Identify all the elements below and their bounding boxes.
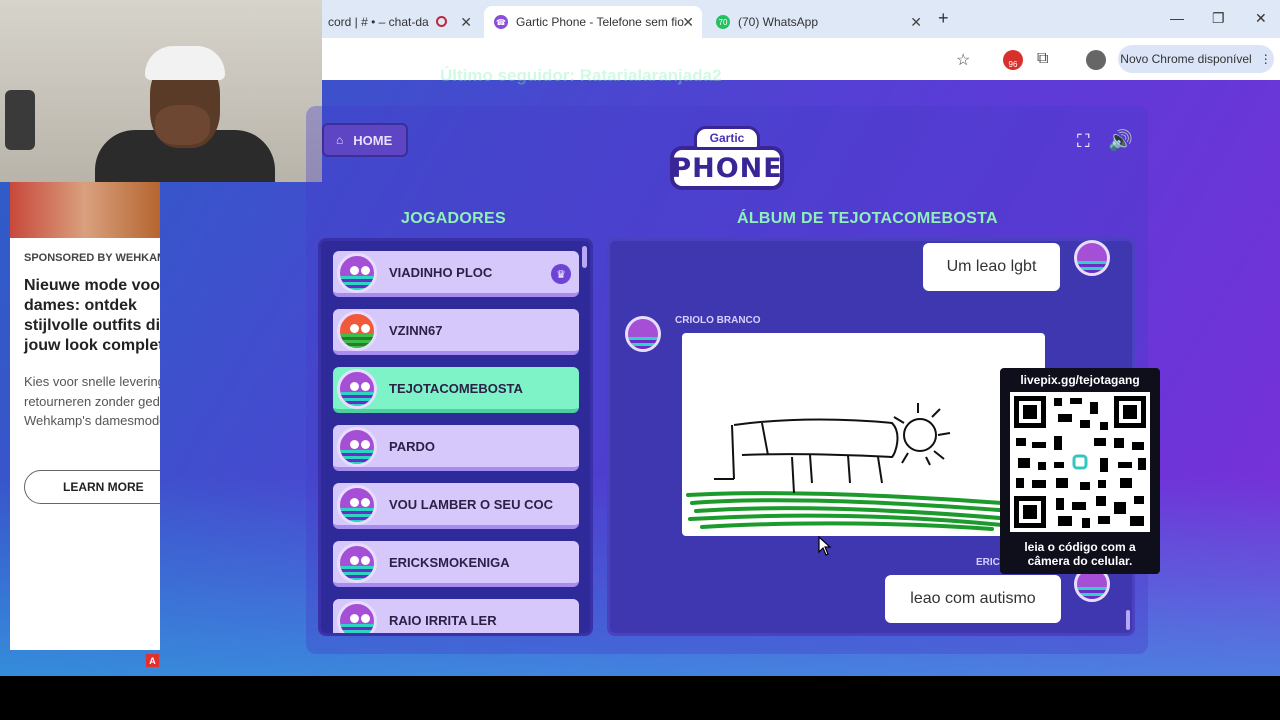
letterbox-bottom: [0, 676, 1280, 720]
player-avatar: [337, 369, 377, 409]
tab-discord[interactable]: cord | # • – chat-da ✕: [318, 6, 480, 38]
ad-sponsor: SPONSORED BY WEHKAMP: [24, 252, 160, 264]
players-list[interactable]: VIADINHO PLOC ♛ VZINN67 TEJOTACOMEBOSTA …: [318, 238, 593, 636]
ad-image: [10, 182, 160, 238]
player-avatar: [337, 485, 377, 525]
extensions-puzzle-icon[interactable]: ⧉: [1037, 50, 1048, 68]
player-name: VZINN67: [389, 322, 443, 338]
volume-icon[interactable]: 🔊: [1108, 128, 1133, 153]
chair: [5, 90, 35, 150]
drawing-author-avatar: [625, 316, 661, 352]
webcam-feed: [0, 0, 322, 182]
minimize-icon[interactable]: —: [1170, 10, 1184, 26]
new-tab-button[interactable]: +: [938, 8, 949, 29]
chrome-update-button[interactable]: Novo Chrome disponível ⋮: [1118, 45, 1274, 73]
person-hand: [155, 105, 210, 145]
player-avatar: [337, 427, 377, 467]
album-title: ÁLBUM DE TEJOTACOMEBOSTA: [737, 210, 998, 227]
ad-body: Kies voor snelle levering en retourneren…: [24, 374, 160, 428]
player-name: VIADINHO PLOC: [389, 264, 493, 280]
player-name: VOU LAMBER O SEU COC: [389, 496, 553, 512]
logo-top: Gartic: [694, 126, 760, 150]
caption-bubble: leao com autismo: [885, 575, 1061, 623]
lion-drawing: [686, 403, 1014, 531]
qr-caption-line2: câmera do celular.: [1027, 554, 1133, 568]
sponsored-ad[interactable]: SPONSORED BY WEHKAMP Nieuwe mode voor da…: [10, 182, 160, 650]
extension-badge-icon[interactable]: 96: [1003, 50, 1023, 70]
player-avatar: [337, 253, 377, 293]
tab-gartic[interactable]: ☎ Gartic Phone - Telefone sem fio ✕: [484, 6, 702, 38]
livepix-url: livepix.gg/tejotagang: [1020, 373, 1140, 387]
home-button[interactable]: ⌂ HOME: [322, 123, 408, 157]
close-tab-icon[interactable]: ✕: [460, 14, 472, 31]
home-icon: ⌂: [336, 133, 344, 147]
gartic-phone-logo: PHONE Gartic: [670, 124, 784, 194]
drawing-author-name: CRIOLO BRANCO: [675, 315, 761, 326]
logo-bottom: PHONE: [670, 146, 784, 190]
qr-caption: leia o código com a câmera do celular.: [1000, 540, 1160, 568]
restore-icon[interactable]: ❐: [1212, 10, 1225, 27]
crown-icon: ♛: [551, 264, 571, 284]
screen: cord | # • – chat-da ✕ ☎ Gartic Phone - …: [0, 0, 1280, 720]
qr-code: [1010, 392, 1150, 532]
player-avatar: [337, 601, 377, 633]
bookmark-star-icon[interactable]: ☆: [956, 50, 970, 70]
tab-whatsapp[interactable]: 70 (70) WhatsApp ✕: [706, 6, 930, 38]
qr-caption-line1: leia o código com a: [1024, 540, 1136, 554]
album-scrollbar[interactable]: [1126, 610, 1130, 630]
drawing-canvas: [682, 333, 1045, 536]
player-name: TEJOTACOMEBOSTA: [389, 380, 523, 396]
caption-author-name: ERIC: [976, 557, 1000, 568]
player-item-active[interactable]: TEJOTACOMEBOSTA: [333, 367, 579, 413]
more-menu-icon: ⋮: [1259, 52, 1272, 66]
ad-headline[interactable]: Nieuwe mode voor dames: ontdek stijlvoll…: [24, 276, 160, 356]
tab-whatsapp-label: (70) WhatsApp: [738, 15, 819, 29]
player-name: RAIO IRRITA LER: [389, 612, 497, 628]
recording-icon: [436, 16, 447, 27]
players-title: JOGADORES: [401, 210, 506, 227]
player-item[interactable]: PARDO: [333, 425, 579, 471]
caption-bubble: Um leao lgbt: [923, 243, 1060, 291]
tab-gartic-label: Gartic Phone - Telefone sem fio: [516, 15, 684, 29]
player-avatar: [337, 543, 377, 583]
player-item[interactable]: RAIO IRRITA LER: [333, 599, 579, 633]
person-cap: [145, 46, 225, 80]
player-name: ERICKSMOKENIGA: [389, 554, 510, 570]
learn-more-button[interactable]: LEARN MORE: [24, 470, 160, 504]
close-window-icon[interactable]: ✕: [1255, 10, 1267, 27]
qr-code-image: [1014, 396, 1146, 528]
follower-overlay: Último seguidor: Ratarialaranjada2: [440, 66, 722, 85]
player-item[interactable]: VOU LAMBER O SEU COC: [333, 483, 579, 529]
ad-choices-icon[interactable]: A: [146, 654, 159, 667]
gartic-icon: ☎: [494, 15, 508, 29]
player-avatar: [337, 311, 377, 351]
chrome-update-label: Novo Chrome disponível: [1120, 52, 1252, 66]
player-name: PARDO: [389, 438, 435, 454]
whatsapp-icon: 70: [716, 15, 730, 29]
home-label: HOME: [353, 132, 393, 148]
player-item[interactable]: ERICKSMOKENIGA: [333, 541, 579, 587]
player-item[interactable]: VZINN67: [333, 309, 579, 355]
tab-discord-label: cord | # • – chat-da: [328, 15, 429, 29]
player-item[interactable]: VIADINHO PLOC ♛: [333, 251, 579, 297]
fullscreen-icon[interactable]: ⛶: [1077, 131, 1097, 151]
mouse-cursor-icon: [818, 536, 832, 556]
profile-avatar[interactable]: [1086, 50, 1106, 70]
livepix-qr-overlay: livepix.gg/tejotagang leia o código com …: [1000, 368, 1160, 574]
close-tab-icon[interactable]: ✕: [682, 14, 694, 31]
close-tab-icon[interactable]: ✕: [910, 14, 922, 31]
caption-author-avatar: [1074, 240, 1110, 276]
players-scrollbar[interactable]: [582, 246, 587, 268]
